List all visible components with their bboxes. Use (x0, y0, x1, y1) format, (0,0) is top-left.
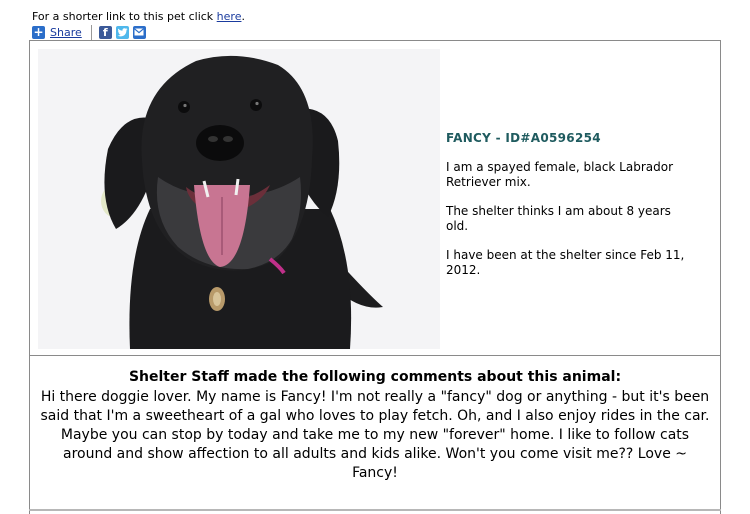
facebook-icon[interactable]: f (98, 25, 112, 39)
pet-description-sex-breed: I am a spayed female, black Labrador Ret… (446, 160, 674, 189)
share-button[interactable]: + Share (32, 24, 82, 39)
pet-details-box: FANCY - ID#A0596254 I am a spayed female… (29, 40, 721, 356)
staff-comments-heading: Shelter Staff made the following comment… (128, 369, 622, 385)
twitter-icon[interactable] (115, 25, 129, 39)
staff-comments-text: Hi there doggie lover. My name is Fancy!… (40, 389, 710, 481)
dog-photo-illustration (38, 49, 440, 349)
share-divider (90, 24, 92, 40)
plus-icon: + (32, 24, 45, 39)
short-link-suffix: . (241, 10, 245, 23)
staff-comments-box: Shelter Staff made the following comment… (29, 355, 721, 514)
bottom-divider (29, 509, 721, 511)
email-icon[interactable] (132, 25, 146, 39)
short-link-prefix: For a shorter link to this pet click (32, 10, 217, 23)
share-label[interactable]: Share (50, 26, 82, 39)
short-link-here[interactable]: here (217, 10, 242, 23)
pet-info: FANCY - ID#A0596254 I am a spayed female… (446, 131, 696, 292)
share-toolbar: + Share f (32, 24, 146, 40)
pet-description-age: The shelter thinks I am about 8 years ol… (446, 204, 671, 233)
pet-photo (38, 49, 440, 349)
pet-title: FANCY - ID#A0596254 (446, 131, 601, 145)
pet-description-shelter-date: I have been at the shelter since Feb 11,… (446, 248, 685, 277)
short-link-line: For a shorter link to this pet click her… (32, 10, 245, 24)
